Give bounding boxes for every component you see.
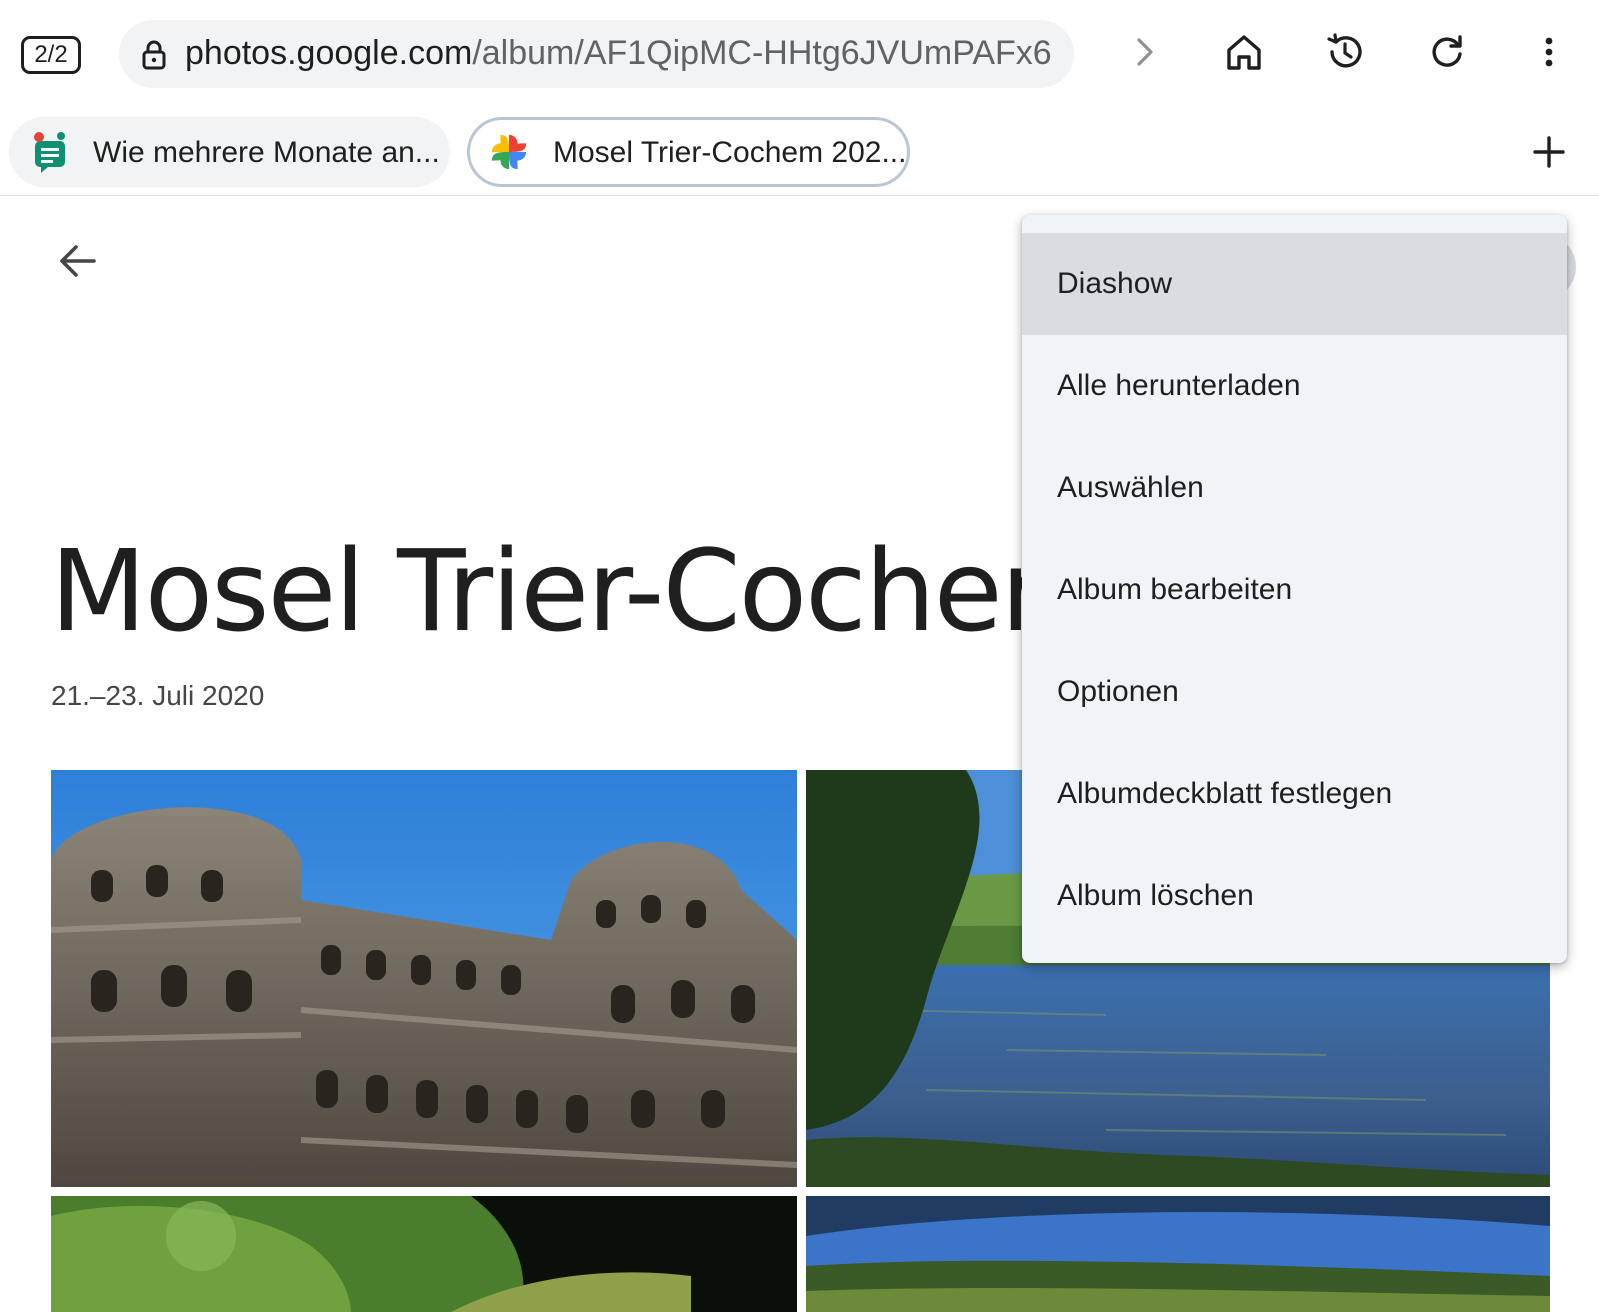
album-title[interactable]: Mosel Trier-Cochem (50, 527, 1110, 657)
address-bar[interactable]: photos.google.com/album/AF1QipMC-HHtg6JV… (119, 20, 1074, 88)
new-tab-icon[interactable] (1526, 129, 1572, 175)
tab-strip: Wie mehrere Monate an... Mosel Trier-Coc… (0, 108, 1599, 196)
browser-toolbar: 2/2 photos.google.com/album/AF1QipMC-HHt… (0, 0, 1599, 108)
menu-item-albumdeckblatt-festlegen[interactable]: Albumdeckblatt festlegen (1022, 743, 1567, 845)
tab-switcher-button[interactable]: 2/2 (21, 36, 81, 74)
photo-trees-vineyard[interactable] (51, 1196, 797, 1312)
home-icon[interactable] (1222, 30, 1266, 74)
google-photos-pinwheel-favicon (491, 134, 527, 170)
lock-icon[interactable] (141, 40, 167, 70)
menu-item-alle-herunterladen[interactable]: Alle herunterladen (1022, 335, 1567, 437)
android-chat-favicon (34, 132, 65, 173)
album-options-menu: Diashow Alle herunterladen Auswählen Alb… (1022, 215, 1567, 963)
tab-title: Wie mehrere Monate an... (93, 136, 440, 169)
photo-vineyard-hills[interactable] (806, 1196, 1550, 1312)
tab-wie-mehrere-monate[interactable]: Wie mehrere Monate an... (9, 117, 450, 187)
album-date: 21.–23. Juli 2020 (51, 680, 265, 711)
menu-item-optionen[interactable]: Optionen (1022, 641, 1567, 743)
menu-item-album-loeschen[interactable]: Album löschen (1022, 845, 1567, 947)
forward-icon[interactable] (1122, 30, 1166, 74)
url-host: photos.google.com (185, 34, 473, 72)
back-arrow-icon[interactable] (52, 237, 100, 285)
tab-title: Mosel Trier-Cochem 202... (553, 136, 907, 169)
tab-mosel-trier-cochem[interactable]: Mosel Trier-Cochem 202... (467, 117, 910, 187)
menu-item-auswaehlen[interactable]: Auswählen (1022, 437, 1567, 539)
reload-icon[interactable] (1425, 30, 1469, 74)
url-text[interactable]: photos.google.com/album/AF1QipMC-HHtg6JV… (185, 33, 1055, 73)
photo-porta-nigra[interactable] (51, 770, 797, 1187)
more-vert-icon[interactable] (1527, 30, 1571, 74)
history-icon[interactable] (1323, 30, 1367, 74)
menu-item-album-bearbeiten[interactable]: Album bearbeiten (1022, 539, 1567, 641)
menu-item-diashow[interactable]: Diashow (1022, 233, 1567, 335)
url-path: /album/AF1QipMC-HHtg6JVUmPAFx6 (472, 34, 1052, 72)
